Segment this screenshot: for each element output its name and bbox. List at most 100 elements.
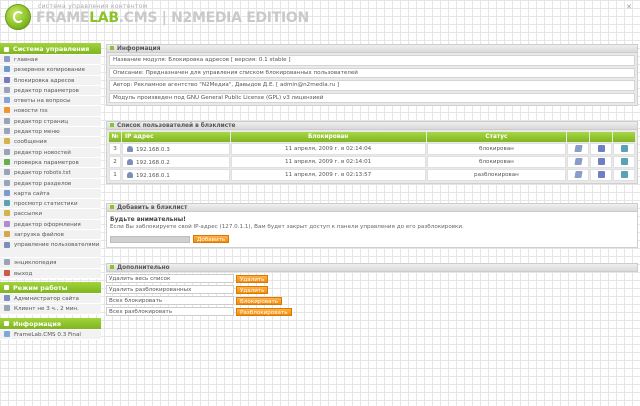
sidebar-item-label: редактор robots.txt: [14, 170, 71, 177]
app-subtitle: система управления контентом: [38, 3, 148, 10]
sidebar-item[interactable]: главная: [0, 55, 101, 66]
sidebar-item[interactable]: выход: [0, 268, 101, 279]
sidebar-section-header: Режим работы: [0, 281, 101, 294]
row-stats-cell: [613, 169, 635, 181]
lock-toggle-icon[interactable]: [597, 157, 605, 165]
sidebar-item[interactable]: управление пользователями: [0, 240, 101, 259]
sidebar-item-label: резервное копирование: [14, 67, 86, 74]
extra-action-row: Всех разблокировать Разблокировать: [106, 307, 638, 317]
info-row: Модуль произведен под GNU General Public…: [109, 92, 635, 103]
app-brand: FRAMELAB.CMS | N2MEDIA EDITION: [36, 10, 309, 26]
sidebar-item-label: редактор параметров: [14, 87, 79, 94]
extra-action-button[interactable]: Разблокировать: [236, 308, 292, 316]
col-lock: [590, 132, 613, 142]
sidebar-item-label: Клиент не 3 ч., 2 мин.: [14, 306, 79, 313]
sidebar-item[interactable]: редактор меню: [0, 127, 101, 138]
warning-text: Если Вы заблокируете свой IP-адрес (127.…: [110, 224, 464, 230]
table-row: 2 192.168.0.2 11 апреля, 2009 г. в 02:14:0…: [109, 156, 635, 168]
user-icon: [126, 171, 133, 178]
edit-icon[interactable]: [574, 170, 583, 178]
sidebar-item[interactable]: сообщения: [0, 137, 101, 148]
lock-toggle-icon[interactable]: [597, 144, 605, 152]
sidebar-item[interactable]: FrameLab.CMS 0.3 Final: [0, 329, 101, 340]
col-blocked: Блокирован: [230, 132, 426, 142]
col-stats: [613, 132, 635, 142]
extra-action-button[interactable]: Блокировать: [236, 297, 283, 305]
sidebar-item[interactable]: резервное копирование: [0, 65, 101, 76]
user-icon: [126, 158, 133, 165]
sidebar-item[interactable]: рассылки: [0, 209, 101, 220]
sidebar-item[interactable]: редактор параметров: [0, 85, 101, 97]
row-ip-cell: 192.168.0.3: [121, 143, 230, 155]
exit-icon: [4, 269, 10, 276]
info-icon: [4, 330, 10, 337]
lock-toggle-icon[interactable]: [597, 170, 605, 178]
sidebar-item[interactable]: редактор страниц: [0, 116, 101, 128]
sidebar-item[interactable]: редактор robots.txt: [0, 168, 101, 179]
sidebar-item[interactable]: ответы на вопросы: [0, 96, 101, 107]
sidebar-item[interactable]: редактор разделов: [0, 178, 101, 189]
info-row: Автор: Рекламное агентство "N2Медиа", Да…: [109, 80, 635, 91]
warning-title: Будьте внимательны!: [110, 216, 186, 223]
row-number: 3: [109, 143, 121, 155]
app-header: система управления контентом FRAMELAB.CM…: [0, 0, 640, 36]
ip-address-input[interactable]: [110, 236, 190, 243]
sidebar-item-label: выход: [14, 270, 33, 277]
sidebar-item[interactable]: блокировка адресов: [0, 75, 101, 86]
row-number: 2: [109, 156, 121, 168]
sidebar-item[interactable]: энциклопедия: [0, 258, 101, 269]
blacklist-table: № IP адрес Блокирован Статус 3 192.168.0.…: [108, 131, 636, 182]
row-ip: 192.168.0.3: [135, 146, 170, 153]
sidebar-item[interactable]: загрузка файлов: [0, 230, 101, 241]
backup-icon: [4, 66, 10, 73]
row-edit-cell: [567, 169, 590, 181]
table-header-row: № IP адрес Блокирован Статус: [109, 132, 635, 142]
sidebar-item[interactable]: новости rss: [0, 106, 101, 117]
row-status: блокирован: [426, 156, 567, 168]
sidebar-item-label: карта сайта: [14, 190, 50, 197]
sidebar-item[interactable]: карта сайта: [0, 188, 101, 200]
encyclopedia-icon: [4, 259, 10, 266]
sidebar-section-title: Система управления: [13, 45, 90, 53]
sidebar-item[interactable]: редактор новостей: [0, 147, 101, 158]
home-icon: [4, 56, 10, 62]
add-button[interactable]: Добавить: [193, 235, 230, 243]
sidebar-item-label: сообщения: [14, 139, 47, 146]
sitemap-icon: [4, 189, 10, 196]
sidebar-item[interactable]: Клиент не 3 ч., 2 мин.: [0, 304, 101, 315]
check-icon: [4, 158, 10, 165]
row-ip: 192.168.0.1: [135, 172, 170, 179]
row-blocked-date: 11 апреля, 2009 г. в 02:14:04: [230, 143, 426, 155]
extra-action-row: Удалить весь список Удалить: [106, 274, 638, 284]
sidebar-item[interactable]: Администратор сайта: [0, 293, 101, 305]
menu-icon: [4, 128, 10, 135]
close-icon[interactable]: ✕: [626, 3, 632, 11]
row-lock-cell: [590, 156, 613, 168]
panel-title: Список пользователей в блэклисте: [106, 121, 638, 130]
admin-icon: [4, 294, 10, 301]
edit-icon[interactable]: [574, 157, 583, 165]
section-bullet-icon: [4, 285, 9, 291]
mail-icon: [4, 210, 10, 217]
sidebar-item-label: Администратор сайта: [14, 295, 79, 302]
design-icon: [4, 220, 10, 227]
stats-icon[interactable]: [620, 144, 628, 152]
row-edit-cell: [567, 156, 590, 168]
row-edit-cell: [567, 143, 590, 155]
blacklist-panel: Список пользователей в блэклисте № IP ад…: [106, 121, 638, 184]
sidebar-item[interactable]: проверка параметров: [0, 157, 101, 169]
extra-action-label: Всех блокировать: [106, 296, 234, 305]
sidebar-item-label: просмотр статистики: [14, 201, 78, 208]
sidebar-item-label: рассылки: [14, 211, 43, 218]
stats-icon[interactable]: [620, 157, 628, 165]
sidebar-item-label: редактор оформления: [14, 221, 81, 228]
extra-action-button[interactable]: Удалить: [236, 286, 269, 294]
sidebar-item-label: редактор меню: [14, 129, 60, 136]
extra-action-label: Удалить весь список: [106, 274, 234, 283]
stats-icon[interactable]: [620, 170, 628, 178]
edit-icon[interactable]: [574, 144, 583, 152]
sidebar-item[interactable]: редактор оформления: [0, 219, 101, 231]
col-edit: [567, 132, 590, 142]
sidebar-item[interactable]: просмотр статистики: [0, 199, 101, 210]
extra-action-button[interactable]: Удалить: [236, 275, 269, 283]
